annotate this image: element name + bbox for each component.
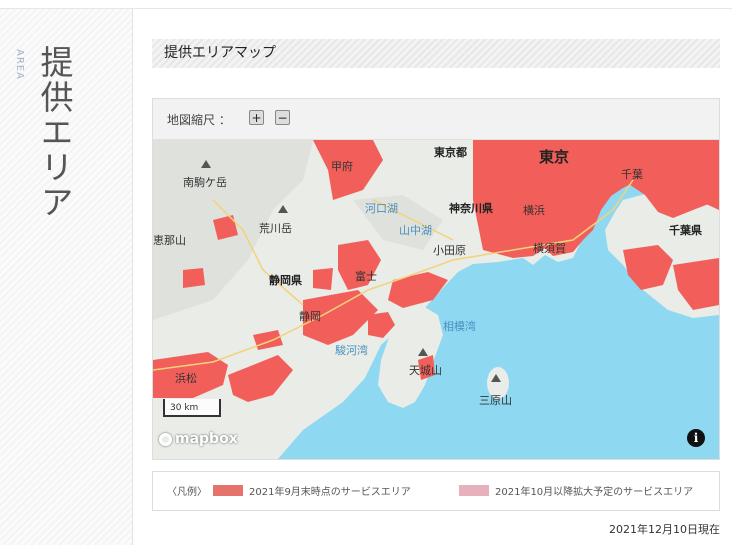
map-label: 富士 [355, 270, 377, 283]
zoom-out-button[interactable]: − [275, 110, 290, 125]
map-label: 東京 [539, 148, 570, 166]
section-title: 提供エリアマップ [152, 39, 720, 68]
map-scale: 30 km [163, 399, 221, 417]
legend-swatch-current [213, 485, 243, 496]
map-label: 小田原 [433, 244, 466, 257]
map-label: 東京都 [434, 146, 467, 159]
zoom-label: 地図縮尺 ： [167, 113, 231, 127]
map-label: 荒川岳 [259, 222, 292, 235]
map-canvas [153, 140, 719, 459]
date-note: 2021年12月10日現在 [609, 523, 720, 536]
legend-swatch-planned [459, 485, 489, 496]
map-label: 三原山 [479, 394, 512, 407]
legend-label-current: 2021年9月末時点のサービスエリア [249, 487, 411, 498]
map-label: 静岡県 [269, 274, 302, 287]
sidebar-jp-title: 提供エリア [35, 45, 74, 220]
map-label: 河口湖 [365, 202, 398, 215]
map-label: 恵那山 [153, 234, 186, 247]
map-label: 千葉県 [669, 224, 702, 237]
map-label: 神奈川県 [449, 202, 493, 215]
mapbox-attribution: mapbox [175, 431, 238, 447]
map-label: 山中湖 [399, 224, 432, 237]
map-label: 静岡 [299, 310, 321, 323]
sidebar: AREA 提供エリア [0, 9, 133, 545]
coverage-map[interactable]: 東京都 東京 甲府 千葉 千葉県 神奈川県 横浜 横須賀 小田原 河口湖 山中湖… [153, 140, 719, 459]
zoom-bar: 地図縮尺 ： + − [153, 99, 719, 140]
map-legend: 〈凡例〉 2021年9月末時点のサービスエリア 2021年10月以降拡大予定のサ… [152, 471, 720, 511]
legend-label-planned: 2021年10月以降拡大予定のサービスエリア [495, 487, 694, 498]
mapbox-logo[interactable]: mapbox [159, 431, 238, 447]
info-icon[interactable]: i [687, 429, 705, 447]
mapbox-icon [159, 432, 172, 446]
map-label: 相模湾 [443, 320, 476, 333]
map-label: 甲府 [331, 160, 353, 173]
map-label: 横浜 [523, 204, 545, 217]
map-label: 天城山 [409, 364, 442, 377]
map-label: 横須賀 [533, 242, 566, 255]
legend-prefix: 〈凡例〉 [167, 487, 207, 498]
sidebar-en-label: AREA [14, 49, 25, 80]
map-label: 南駒ケ岳 [183, 176, 227, 189]
map-label: 千葉 [621, 168, 643, 181]
map-label: 浜松 [175, 372, 197, 385]
map-label: 駿河湾 [335, 344, 368, 357]
map-panel: 地図縮尺 ： + − 東京都 東京 甲府 千葉 千葉県 神奈川県 横浜 横須賀 … [152, 98, 720, 460]
zoom-in-button[interactable]: + [249, 110, 264, 125]
